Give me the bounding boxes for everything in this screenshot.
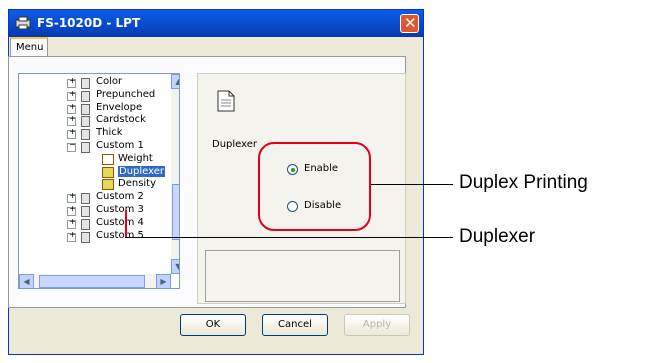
paper-tray-icon — [81, 206, 90, 217]
duplexer-callout: Duplexer — [459, 226, 536, 247]
expand-icon[interactable]: + — [67, 114, 76, 127]
expand-icon[interactable]: + — [67, 76, 76, 88]
paper-tray-icon — [81, 231, 90, 243]
tree-item[interactable]: + Thick — [19, 127, 169, 141]
expand-icon[interactable]: + — [67, 204, 76, 216]
paper-tray-icon — [81, 116, 90, 128]
duplexer-leader-line — [125, 237, 453, 238]
tree-item[interactable]: − Custom 1 — [19, 140, 169, 154]
tree-item-label: Density — [118, 178, 157, 190]
tree-item-label: Thick — [96, 127, 123, 139]
expand-icon[interactable]: + — [67, 89, 76, 101]
title-bar[interactable]: FS-1020D - LPT ✕ — [9, 10, 423, 37]
close-icon: ✕ — [404, 14, 417, 32]
tree-item-label: Color — [96, 76, 123, 87]
tree-item-label: Custom 3 — [96, 204, 144, 215]
duplex-printing-leader-line — [371, 184, 453, 185]
tree-item-label: Custom 5 — [96, 229, 144, 241]
paper-tray-icon — [81, 218, 90, 230]
tree-item[interactable]: + Custom 2 — [19, 191, 169, 205]
tree-item-label: Weight — [118, 152, 153, 164]
expand-icon[interactable]: + — [67, 230, 76, 242]
tree-item-label: Prepunched — [96, 88, 156, 100]
tree-item-label: Custom 4 — [96, 216, 144, 228]
tab-menu-label: Menu — [16, 42, 44, 53]
paper-tray-icon — [81, 193, 90, 205]
duplexer-heading: Duplexer — [212, 139, 258, 150]
tree-vertical-scrollbar[interactable]: ▲ ▼ — [171, 74, 179, 274]
paper-tray-icon — [81, 90, 90, 102]
tree-item-label: Cardstock — [96, 114, 146, 126]
tree-item[interactable]: + Custom 4 — [19, 217, 169, 231]
duplexer-pointer-line — [125, 210, 127, 238]
printer-icon — [15, 16, 31, 30]
collapse-icon[interactable]: − — [67, 140, 76, 152]
close-button[interactable]: ✕ — [400, 14, 419, 33]
duplex-printing-callout: Duplex Printing — [459, 172, 588, 193]
tree-item-label: Envelope — [96, 101, 143, 113]
expand-icon[interactable]: + — [67, 127, 76, 140]
paper-tray-icon — [81, 103, 90, 115]
expand-icon[interactable]: + — [67, 191, 76, 204]
description-box — [205, 250, 400, 302]
tree-horizontal-scrollbar[interactable]: ◀ ▶ — [19, 274, 171, 288]
scroll-right-button[interactable]: ▶ — [156, 274, 171, 288]
window-title: FS-1020D - LPT — [37, 16, 141, 30]
cancel-button[interactable]: Cancel — [262, 314, 328, 336]
document-icon — [217, 90, 235, 112]
tree-item[interactable]: + Prepunched — [19, 89, 169, 103]
expand-icon[interactable]: + — [67, 217, 76, 229]
hscroll-thumb[interactable] — [39, 275, 145, 288]
setting-icon — [102, 153, 114, 165]
tree-item-label: Custom 2 — [96, 191, 144, 203]
scroll-up-button[interactable]: ▲ — [171, 74, 179, 89]
tree-item-label: Custom 1 — [96, 140, 144, 151]
tab-menu[interactable]: Menu — [10, 37, 48, 57]
duplex-option-highlight — [258, 142, 371, 231]
menu-tree[interactable]: + Custom 5 + Custom 4 + Custom 3 + Custom 2 Dens… — [18, 73, 180, 289]
apply-button[interactable]: Apply — [344, 314, 410, 336]
tree-item[interactable]: + Custom 3 — [19, 204, 169, 218]
paper-tray-icon — [81, 129, 90, 141]
scroll-left-button[interactable]: ◀ — [19, 274, 34, 288]
tree-item[interactable]: Duplexer — [19, 165, 169, 180]
scroll-down-button[interactable]: ▼ — [171, 259, 179, 274]
tree-item[interactable]: Weight — [19, 153, 169, 167]
paper-tray-icon — [81, 142, 90, 153]
tree-item[interactable]: Density — [19, 178, 169, 192]
tree-item[interactable]: + Envelope — [19, 102, 169, 116]
paper-tray-icon — [81, 78, 90, 89]
tree-item[interactable]: + Cardstock — [19, 114, 169, 128]
setting-icon — [102, 166, 114, 178]
ok-button[interactable]: OK — [180, 314, 246, 336]
tree-item[interactable]: + Color — [19, 76, 169, 90]
setting-icon — [102, 179, 114, 191]
tree-item-label: Duplexer — [118, 165, 166, 177]
scroll-thumb[interactable] — [172, 184, 179, 240]
expand-icon[interactable]: + — [67, 102, 76, 114]
